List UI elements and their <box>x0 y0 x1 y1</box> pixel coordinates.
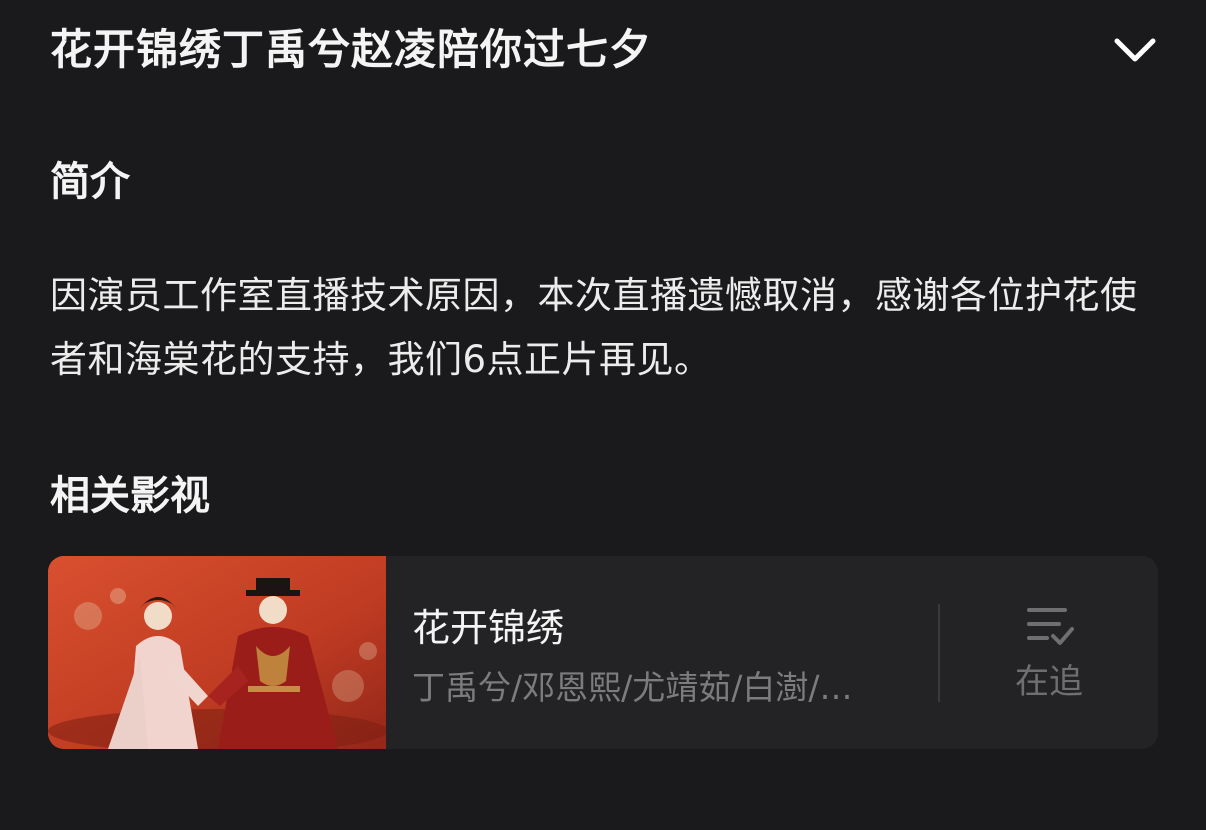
related-heading: 相关影视 <box>50 473 210 519</box>
show-title[interactable]: 花开锦绣 <box>412 602 564 654</box>
poster-image[interactable] <box>48 556 386 749</box>
intro-description: 因演员工作室直播技术原因，本次直播遗憾取消，感谢各位护花使者和海棠花的支持，我们… <box>50 274 1138 381</box>
follow-button[interactable]: 在追 <box>940 596 1158 716</box>
chevron-down-icon[interactable] <box>1112 32 1158 68</box>
intro-heading: 简介 <box>50 159 130 205</box>
show-cast: 丁禹兮/邓恩熙/尤靖茹/白澍/… <box>412 668 853 707</box>
header: 花开锦绣丁禹兮赵凌陪你过七夕 <box>50 18 1160 82</box>
list-check-icon <box>1025 604 1075 648</box>
follow-label: 在追 <box>1015 662 1083 702</box>
related-show-card[interactable]: 花开锦绣 丁禹兮/邓恩熙/尤靖茹/白澍/… 在追 <box>48 556 1158 749</box>
page-title: 花开锦绣丁禹兮赵凌陪你过七夕 <box>50 25 653 74</box>
